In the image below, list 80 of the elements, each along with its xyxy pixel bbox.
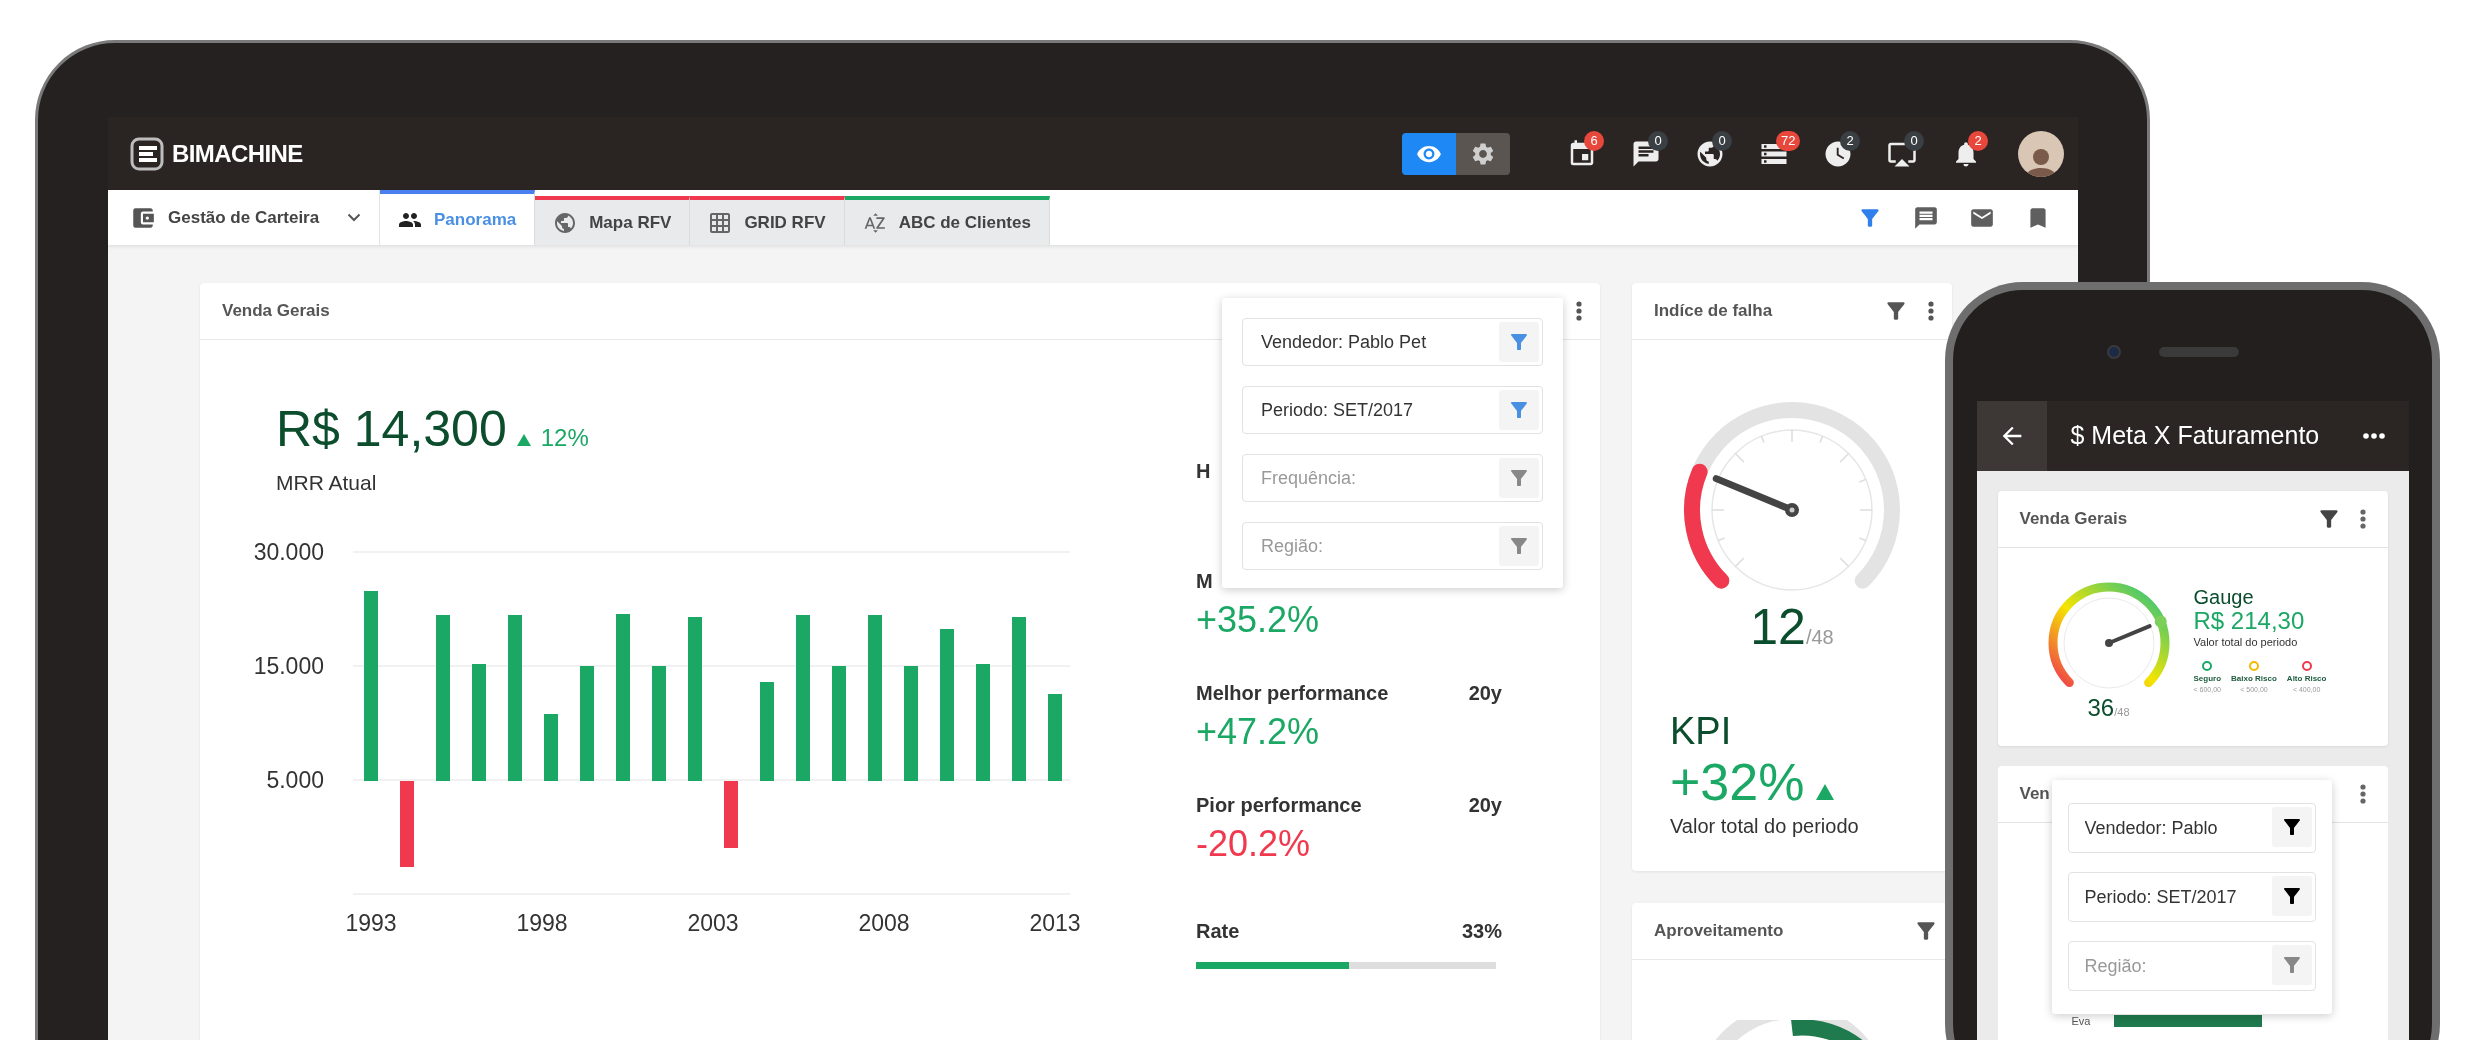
legend-label: Alto Risco: [2286, 672, 2327, 685]
sort-icon: [862, 210, 887, 235]
notification-button[interactable]: 0: [1614, 128, 1678, 179]
axis-label: 5.000: [266, 766, 324, 793]
tab[interactable]: GRID RFV: [690, 196, 845, 245]
axis-label: 2008: [858, 909, 910, 936]
avatar[interactable]: [2018, 130, 2064, 177]
card-title: Aproveitamento: [1654, 920, 1784, 943]
count-badge: 2: [1968, 130, 1988, 151]
card-title: Ven: [2019, 783, 2050, 806]
tab[interactable]: Mapa RFV: [535, 196, 691, 245]
count-badge: 0: [1712, 130, 1732, 151]
notification-button[interactable]: 2: [1934, 128, 1998, 179]
axis-label: 1998: [516, 909, 568, 936]
comment-icon: [1913, 204, 1939, 231]
filter-button[interactable]: [2271, 807, 2312, 847]
axis-label: 15.000: [253, 652, 324, 679]
count-badge: 2: [1840, 130, 1860, 151]
kpi-label: KPI: [1670, 709, 1733, 753]
screen-title: $ Meta X Faturamento: [2070, 420, 2320, 452]
bar: [544, 713, 558, 781]
metric-value: R$ 14,300: [276, 400, 507, 459]
metric-caption: MRR Atual: [275, 470, 378, 496]
more-icon[interactable]: [2362, 433, 2385, 439]
bar: [724, 780, 738, 848]
more-icon[interactable]: [1576, 301, 1582, 321]
stat-label: Pior performance: [1196, 793, 1362, 818]
notification-button[interactable]: 2: [1806, 128, 1870, 179]
count-badge: 6: [1584, 130, 1604, 151]
count-badge: 0: [1904, 130, 1924, 151]
stat-value: +35.2%: [1196, 598, 1321, 642]
grid-icon: [708, 210, 733, 235]
card-title: Venda Gerais: [222, 300, 330, 323]
gauge-label: Gauge: [2193, 586, 2255, 608]
gauge-total: /48: [1805, 626, 1834, 650]
axis-label: 2013: [1029, 909, 1081, 936]
axis-label: 1993: [345, 909, 397, 936]
stat-period: 20y: [1468, 793, 1502, 818]
up-triangle-icon: [1816, 784, 1835, 800]
stat-value: -20.2%: [1196, 822, 1312, 866]
bar-label: Eva: [2071, 1014, 2092, 1029]
gauge-caption: Valor total do periodo: [2193, 635, 2299, 650]
gauge-knob: [2154, 615, 2167, 628]
gauge-value: 12: [1750, 598, 1806, 657]
tab[interactable]: ABC de Clientes: [844, 196, 1050, 245]
notification-button[interactable]: 0: [1870, 128, 1934, 179]
logo-text: BIMACHINE: [172, 138, 303, 169]
rate-reading: 33%: [1461, 919, 1502, 944]
count-badge: 0: [1648, 130, 1668, 151]
axis-label: 30.000: [253, 538, 324, 565]
stat-period: 20y: [1468, 681, 1502, 706]
change-value: 12%: [540, 423, 589, 453]
kpi-value: +32%: [1670, 753, 1805, 811]
stat-label: M: [1196, 569, 1213, 594]
axis-label: 2003: [687, 909, 739, 936]
notification-button[interactable]: 72: [1742, 128, 1806, 179]
notification-button[interactable]: 0: [1678, 128, 1742, 179]
card-title: Indíce de falha: [1654, 300, 1773, 323]
stat-label: Melhor performance: [1196, 681, 1389, 706]
gauge-value: 36: [2087, 693, 2115, 723]
card-title: Venda Gerais: [2019, 508, 2128, 531]
legend-label: Baixo Risco: [2231, 672, 2277, 685]
gauge-total: /48: [2114, 706, 2130, 720]
kpi-caption: Valor total do periodo: [1670, 814, 1860, 839]
stat-value: +47.2%: [1196, 710, 1321, 754]
logo-icon: [130, 136, 164, 171]
stats-heading: H: [1196, 459, 1211, 484]
legend-label: Seguro: [2193, 672, 2222, 685]
chevron-down-icon: [347, 213, 361, 222]
mode-toggle[interactable]: [1456, 132, 1510, 175]
more-icon[interactable]: [1928, 301, 1934, 321]
phone-camera: [2106, 345, 2121, 359]
mode-toggle[interactable]: [1402, 132, 1456, 175]
filter-button[interactable]: [2271, 876, 2312, 916]
rate-label: Rate: [1196, 919, 1240, 944]
up-triangle-icon: [516, 434, 531, 446]
gauge-amount: R$ 214,30: [2193, 608, 2306, 634]
notification-button[interactable]: 6: [1550, 128, 1614, 179]
globe-icon: [553, 210, 578, 235]
count-badge: 72: [1776, 130, 1801, 151]
